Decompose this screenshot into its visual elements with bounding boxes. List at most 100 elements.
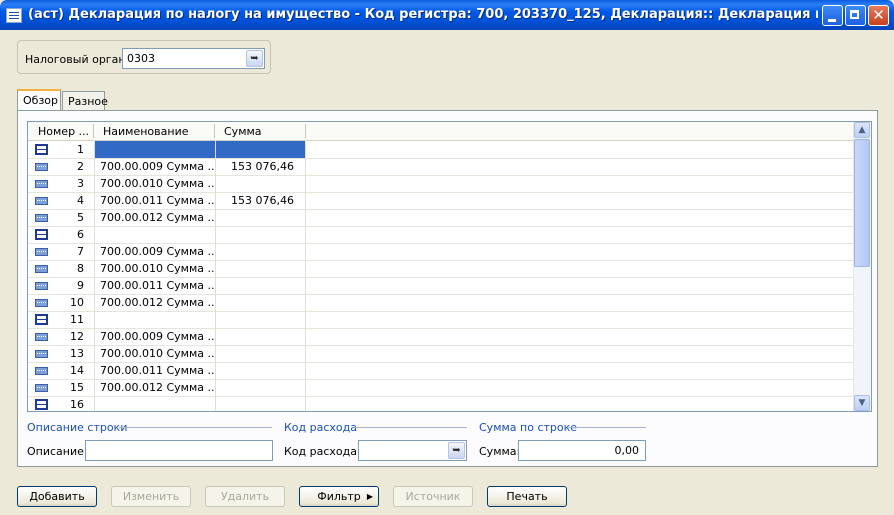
close-button[interactable]: ✕ <box>868 5 889 26</box>
table-row[interactable]: 16 <box>28 396 856 411</box>
row-name: 700.00.009 Сумма ... <box>100 160 216 173</box>
expense-code-input[interactable]: ➥ <box>358 440 467 461</box>
table-row[interactable]: 1 <box>28 141 856 159</box>
row-number: 5 <box>77 211 84 224</box>
close-icon: ✕ <box>872 6 885 24</box>
print-button[interactable]: Печать <box>487 486 567 507</box>
row-name: 700.00.010 Сумма ... <box>100 347 216 360</box>
delete-button[interactable]: Удалить <box>205 486 285 507</box>
row-number: 1 <box>77 143 84 156</box>
lookup-arrow-icon[interactable]: ➥ <box>448 442 465 459</box>
row-name: 700.00.009 Сумма ... <box>100 330 216 343</box>
section-header-icon <box>35 144 48 155</box>
tab-misc[interactable]: Разное <box>62 91 108 111</box>
detail-line-icon <box>35 163 48 171</box>
row-name: 700.00.010 Сумма ... <box>100 262 216 275</box>
edit-button[interactable]: Изменить <box>111 486 191 507</box>
row-number: 3 <box>77 177 84 190</box>
table-row[interactable]: 13 700.00.010 Сумма ... <box>28 345 856 363</box>
add-button[interactable]: Добавить <box>17 486 97 507</box>
detail-line-icon <box>35 367 48 375</box>
filter-button-label: Фильтр <box>317 490 361 503</box>
row-number: 14 <box>70 364 84 377</box>
vertical-scrollbar[interactable]: ▲ ▼ <box>853 122 871 411</box>
filter-button[interactable]: Фильтр ▶ <box>299 486 379 507</box>
detail-line-icon <box>35 384 48 392</box>
row-number: 8 <box>77 262 84 275</box>
row-number: 12 <box>70 330 84 343</box>
maximize-icon <box>850 10 859 19</box>
section-header-icon <box>35 229 48 240</box>
column-header-number[interactable]: Номер ... <box>38 125 89 139</box>
tax-authority-group: Налоговый орган: 0303 ➥ <box>17 40 271 74</box>
table-row[interactable]: 3 700.00.010 Сумма ... <box>28 175 856 193</box>
detail-line-icon <box>35 265 48 273</box>
detail-line-icon <box>35 248 48 256</box>
detail-line-icon <box>35 350 48 358</box>
table-row[interactable]: 5 700.00.012 Сумма ... <box>28 209 856 227</box>
table-row[interactable]: 2 700.00.009 Сумма ... 153 076,46 <box>28 158 856 176</box>
selected-row-highlight <box>95 141 305 158</box>
table-row[interactable]: 6 <box>28 226 856 244</box>
tax-authority-input[interactable]: 0303 ➥ <box>122 48 265 69</box>
row-name: 700.00.010 Сумма ... <box>100 177 216 190</box>
description-input[interactable] <box>85 440 273 461</box>
expense-code-label: Код расхода: <box>284 445 361 458</box>
sum-input[interactable]: 0,00 <box>518 440 646 461</box>
table-row[interactable]: 12 700.00.009 Сумма ... <box>28 328 856 346</box>
row-name: 700.00.011 Сумма ... <box>100 364 216 377</box>
table-row[interactable]: 10 700.00.012 Сумма ... <box>28 294 856 312</box>
row-name: 700.00.011 Сумма ... <box>100 279 216 292</box>
scroll-thumb[interactable] <box>854 139 870 267</box>
lookup-arrow-icon[interactable]: ➥ <box>246 50 263 67</box>
grid-header: Номер ... Наименование Сумма <box>28 122 856 141</box>
row-number: 13 <box>70 347 84 360</box>
title-bar[interactable]: (аст) Декларация по налогу на имущество … <box>0 0 894 30</box>
source-button[interactable]: Источник <box>393 486 473 507</box>
detail-line-icon <box>35 299 48 307</box>
sum-value: 0,00 <box>614 444 640 457</box>
row-name: 700.00.012 Сумма ... <box>100 211 216 224</box>
row-number: 15 <box>70 381 84 394</box>
row-number: 2 <box>77 160 84 173</box>
maximize-button[interactable] <box>845 5 866 26</box>
table-row[interactable]: 9 700.00.011 Сумма ... <box>28 277 856 295</box>
table-row[interactable]: 8 700.00.010 Сумма ... <box>28 260 856 278</box>
group-title-line-sum: Сумма по строке <box>479 421 578 434</box>
minimize-button[interactable] <box>822 5 843 26</box>
row-number: 10 <box>70 296 84 309</box>
scroll-up-arrow-icon[interactable]: ▲ <box>854 122 870 138</box>
detail-line-icon <box>35 214 48 222</box>
row-sum: 153 076,46 <box>231 160 294 173</box>
column-header-sum[interactable]: Сумма <box>224 125 262 139</box>
column-header-name[interactable]: Наименование <box>103 125 188 139</box>
group-title-expense-code: Код расхода <box>284 421 357 434</box>
tax-authority-label: Налоговый орган: <box>25 53 130 66</box>
detail-line-icon <box>35 197 48 205</box>
tab-overview[interactable]: Обзор <box>17 89 61 111</box>
row-number: 4 <box>77 194 84 207</box>
lines-grid[interactable]: Номер ... Наименование Сумма 1 2 700.00.00… <box>27 121 872 412</box>
detail-line-icon <box>35 282 48 290</box>
row-number: 11 <box>70 313 84 326</box>
row-name: 700.00.011 Сумма ... <box>100 194 216 207</box>
submenu-arrow-icon: ▶ <box>366 492 373 501</box>
row-number: 6 <box>77 228 84 241</box>
row-sum: 153 076,46 <box>231 194 294 207</box>
row-number: 16 <box>70 398 84 411</box>
scroll-down-arrow-icon[interactable]: ▼ <box>854 395 870 411</box>
table-row[interactable]: 15 700.00.012 Сумма ... <box>28 379 856 397</box>
window-title: (аст) Декларация по налогу на имущество … <box>28 7 818 22</box>
table-row[interactable]: 11 <box>28 311 856 329</box>
row-name: 700.00.012 Сумма ... <box>100 296 216 309</box>
row-number: 7 <box>77 245 84 258</box>
table-row[interactable]: 7 700.00.009 Сумма ... <box>28 243 856 261</box>
group-title-line-description: Описание строки <box>27 421 128 434</box>
table-row[interactable]: 14 700.00.011 Сумма ... <box>28 362 856 380</box>
detail-line-icon <box>35 180 48 188</box>
tax-authority-value: 0303 <box>127 52 155 65</box>
row-name: 700.00.009 Сумма ... <box>100 245 216 258</box>
description-label: Описание: <box>27 445 88 458</box>
table-row[interactable]: 4 700.00.011 Сумма ... 153 076,46 <box>28 192 856 210</box>
detail-line-icon <box>35 333 48 341</box>
